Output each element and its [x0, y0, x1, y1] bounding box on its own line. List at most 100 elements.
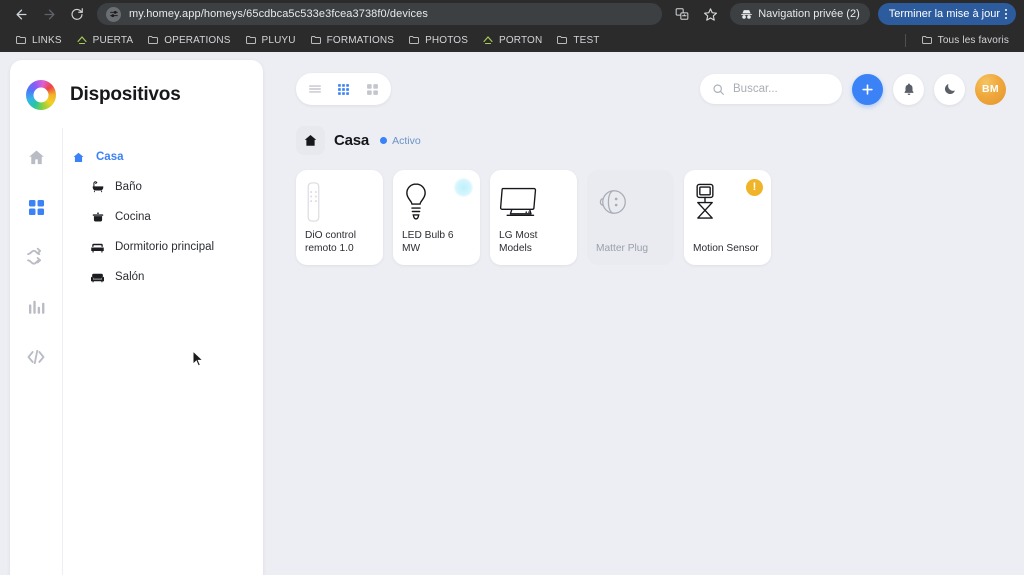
list-view-button[interactable] — [301, 76, 328, 102]
homey-rainbow-ring-logo[interactable] — [26, 80, 56, 110]
sidebar-zone-salon[interactable]: Salón — [63, 262, 263, 292]
folder-icon — [310, 34, 322, 46]
sidebar-zone-casa[interactable]: Casa — [63, 142, 263, 172]
bookmark-porton[interactable]: PORTON — [475, 32, 549, 48]
status-badge: Activo — [380, 135, 421, 147]
address-bar[interactable]: my.homey.app/homeys/65cdbca5c533e3fcea37… — [97, 3, 663, 25]
main-toolbar: BM — [263, 52, 1024, 114]
sidebar-zone-dormitorio-principal[interactable]: Dormitorio principal — [63, 232, 263, 262]
bookmark-label: PUERTA — [92, 34, 134, 46]
zone-list: Casa Baño Cocina Dormitorio principal Sa… — [63, 128, 263, 575]
bookmark-pluyu[interactable]: PLUYU — [238, 32, 303, 48]
bookmark-test[interactable]: TEST — [549, 32, 606, 48]
reload-icon — [71, 8, 83, 20]
bookmark-links[interactable]: LINKS — [8, 32, 69, 48]
sidebar-item-flows[interactable] — [19, 240, 53, 274]
finish-update-button[interactable]: Terminer la mise à jour — [877, 3, 1016, 25]
sidebar-item-home[interactable] — [19, 140, 53, 174]
device-card-dio-control-remoto[interactable]: DiO control remoto 1.0 — [296, 170, 383, 265]
toolbar-actions: BM — [700, 73, 1006, 105]
zone-heading-title: Casa — [334, 132, 370, 149]
status-label: Activo — [392, 134, 421, 147]
bathtub-icon — [90, 180, 105, 194]
translate-icon — [675, 8, 689, 20]
reload-button[interactable] — [64, 3, 90, 25]
device-card-lg-most-models[interactable]: LG Most Models — [490, 170, 577, 265]
sidebar-item-devices[interactable] — [19, 190, 53, 224]
search-icon — [712, 83, 725, 96]
compact-grid-view-button[interactable] — [330, 76, 357, 102]
all-bookmarks-button[interactable]: Tous les favoris — [914, 32, 1016, 48]
large-grid-view-button[interactable] — [359, 76, 386, 102]
kebab-menu-icon[interactable] — [1005, 9, 1007, 19]
search-input[interactable] — [733, 83, 830, 95]
bookmark-label: TEST — [573, 34, 600, 46]
zone-label: Salón — [115, 271, 145, 283]
warning-badge-icon[interactable]: ! — [746, 179, 763, 196]
sidebar-zone-cocina[interactable]: Cocina — [63, 202, 263, 232]
moon-icon — [944, 84, 955, 95]
back-button[interactable] — [8, 3, 34, 25]
light-on-indicator-icon — [454, 178, 473, 197]
list-lines-icon — [308, 85, 321, 93]
status-dot-icon — [380, 137, 388, 144]
zone-label: Casa — [96, 151, 124, 163]
theme-toggle-button[interactable] — [934, 73, 965, 105]
add-device-button[interactable] — [852, 73, 883, 105]
back-arrow-icon — [16, 9, 26, 19]
television-icon — [499, 180, 568, 224]
folder-icon — [245, 34, 257, 46]
folder-icon — [15, 34, 27, 46]
home-icon — [296, 126, 325, 155]
sidebar-zone-bano[interactable]: Baño — [63, 172, 263, 202]
remote-control-icon — [305, 180, 374, 224]
device-name: LG Most Models — [499, 230, 538, 254]
site-settings-sliders-icon[interactable] — [106, 6, 121, 22]
device-name: DiO control remoto 1.0 — [305, 230, 356, 254]
zone-label: Dormitorio principal — [115, 241, 215, 253]
bookmark-operations[interactable]: OPERATIONS — [140, 32, 237, 48]
forward-arrow-icon — [44, 9, 54, 19]
plus-icon — [862, 83, 873, 95]
device-name: Motion Sensor — [693, 242, 759, 254]
browser-nav-bar: my.homey.app/homeys/65cdbca5c533e3fcea37… — [0, 0, 1024, 28]
sidebar-item-insights[interactable] — [19, 290, 53, 324]
incognito-indicator[interactable]: Navigation privée (2) — [730, 3, 870, 25]
search-box[interactable] — [700, 74, 842, 104]
device-name: Matter Plug — [596, 242, 649, 254]
bookmark-label: FORMATIONS — [326, 34, 395, 46]
green-chevron-icon — [76, 34, 88, 46]
translate-button[interactable] — [670, 3, 694, 25]
bed-icon — [90, 240, 105, 255]
bookmark-label: LINKS — [32, 34, 62, 46]
bookmark-photos[interactable]: PHOTOS — [401, 32, 475, 48]
device-name: LED Bulb 6 MW — [402, 230, 454, 254]
green-chevron-icon — [482, 34, 494, 46]
bookmark-label: PORTON — [499, 34, 543, 46]
folder-icon — [147, 34, 159, 46]
zone-label: Cocina — [115, 211, 151, 223]
dense-grid-icon — [338, 83, 349, 95]
page-content: Dispositivos Casa Baño Cocina Dormitorio… — [0, 52, 1024, 575]
bookmark-label: OPERATIONS — [164, 34, 231, 46]
device-card-led-bulb[interactable]: LED Bulb 6 MW — [393, 170, 480, 265]
bookmark-star-button[interactable] — [698, 3, 722, 25]
avatar[interactable]: BM — [975, 73, 1006, 105]
device-card-motion-sensor[interactable]: ! Motion Sensor — [684, 170, 771, 265]
star-icon — [703, 7, 717, 21]
folder-icon — [921, 34, 933, 46]
incognito-hat-icon — [741, 9, 753, 19]
sidebar-item-advanced-flow[interactable] — [19, 340, 53, 374]
code-brackets-icon — [27, 349, 45, 365]
app-header: Dispositivos — [10, 60, 263, 128]
sofa-icon — [90, 270, 105, 285]
notifications-button[interactable] — [893, 73, 924, 105]
bookmark-formations[interactable]: FORMATIONS — [303, 32, 401, 48]
bookmarks-divider — [904, 33, 906, 47]
device-card-matter-plug[interactable]: Matter Plug — [587, 170, 674, 265]
bookmark-puerta[interactable]: PUERTA — [69, 32, 141, 48]
address-bar-url: my.homey.app/homeys/65cdbca5c533e3fcea37… — [129, 8, 428, 20]
zone-heading: Casa Activo — [263, 114, 1024, 155]
bar-chart-icon — [28, 300, 44, 314]
forward-button[interactable] — [36, 3, 62, 25]
